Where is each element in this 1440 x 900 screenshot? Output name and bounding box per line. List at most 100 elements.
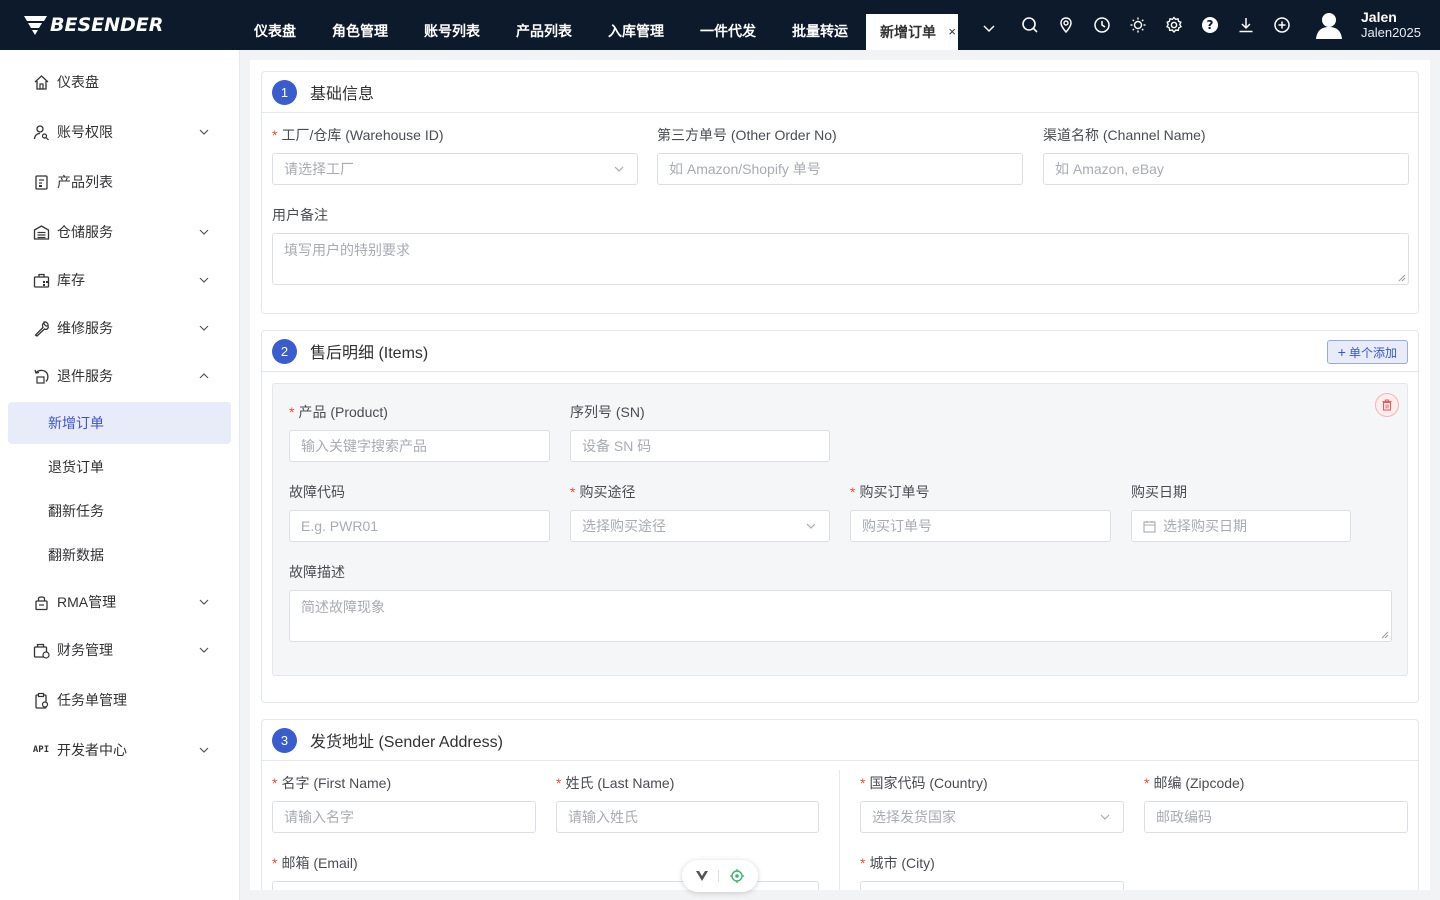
purchase-channel-select[interactable]: 选择购买途径 xyxy=(570,510,830,542)
vue-logo-icon[interactable] xyxy=(695,870,709,882)
country-select[interactable]: 选择发货国家 xyxy=(860,801,1124,833)
chevron-down-icon xyxy=(199,325,209,331)
tab-products[interactable]: 产品列表 xyxy=(498,0,590,50)
section-title: 售后明细 (Items) xyxy=(310,345,429,362)
chevron-down-icon xyxy=(1100,814,1110,820)
sidebar-subitem-refurb-data[interactable]: 翻新数据 xyxy=(8,534,231,576)
sidebar-item-label: 产品列表 xyxy=(57,174,113,190)
sidebar-subitem-return-orders[interactable]: 退货订单 xyxy=(8,446,231,488)
warehouse-select[interactable]: 请选择工厂 xyxy=(272,153,638,185)
tab-roles[interactable]: 角色管理 xyxy=(314,0,406,50)
help-icon[interactable]: ? xyxy=(1192,15,1228,35)
target-icon[interactable] xyxy=(729,868,745,884)
add-item-button[interactable]: + 单个添加 xyxy=(1326,340,1408,364)
purchase-order-input[interactable]: 购买订单号 xyxy=(850,510,1111,542)
user-key-icon xyxy=(32,123,50,141)
fault-code-input[interactable]: E.g. PWR01 xyxy=(289,510,550,542)
sidebar-item-product-list[interactable]: 产品列表 xyxy=(0,162,240,202)
chevron-down-icon xyxy=(199,599,209,605)
tab-dropship[interactable]: 一件代发 xyxy=(682,0,774,50)
first-name-input[interactable]: 请输入名字 xyxy=(272,801,536,833)
sidebar-item-inventory[interactable]: 库存 xyxy=(0,260,240,300)
city-input[interactable] xyxy=(860,881,1124,890)
sidebar-subitem-refurb-tasks[interactable]: 翻新任务 xyxy=(8,490,231,532)
sidebar-item-developer-center[interactable]: API 开发者中心 xyxy=(0,730,240,770)
tab-new-order[interactable]: 新增订单 × xyxy=(866,14,958,50)
fault-desc-label: 故障描述 xyxy=(289,564,345,580)
other-order-input[interactable]: 如 Amazon/Shopify 单号 xyxy=(657,153,1023,185)
purchase-date-placeholder: 选择购买日期 xyxy=(1163,518,1247,534)
task-clipboard-icon xyxy=(32,691,50,709)
fault-code-label: 故障代码 xyxy=(289,484,345,500)
sidebar-item-dashboard[interactable]: 仪表盘 xyxy=(0,62,240,102)
section-header: 3 发货地址 (Sender Address) xyxy=(262,720,1418,761)
calendar-icon xyxy=(1143,521,1156,533)
sidebar-subitem-new-order[interactable]: 新增订单 xyxy=(8,402,231,444)
sidebar-item-rma[interactable]: RMA管理 xyxy=(0,582,240,622)
chevron-down-icon[interactable] xyxy=(980,19,998,37)
search-icon[interactable] xyxy=(1012,15,1048,35)
sun-icon[interactable] xyxy=(1120,15,1156,35)
channel-name-input[interactable]: 如 Amazon, eBay xyxy=(1043,153,1409,185)
remark-placeholder: 填写用户的特别要求 xyxy=(284,242,410,258)
sidebar-item-return-service[interactable]: 退件服务 xyxy=(0,356,240,396)
sidebar-item-account-permissions[interactable]: 账号权限 xyxy=(0,112,240,152)
tab-dashboard[interactable]: 仪表盘 xyxy=(236,0,314,50)
plus-icon: + xyxy=(1337,344,1346,360)
item-entry: * 产品 (Product) 输入关键字搜索产品 序列号 (SN) 设备 SN 码… xyxy=(272,383,1408,676)
brand-logo[interactable]: BESENDER xyxy=(22,13,163,37)
product-search-input[interactable]: 输入关键字搜索产品 xyxy=(289,430,550,462)
sn-input[interactable]: 设备 SN 码 xyxy=(570,430,830,462)
warehouse-label: * 工厂/仓库 (Warehouse ID) xyxy=(272,127,444,143)
tab-inbound[interactable]: 入库管理 xyxy=(590,0,682,50)
top-navbar: BESENDER 仪表盘 角色管理 账号列表 产品列表 入库管理 一件代发 批量… xyxy=(0,0,1440,50)
user-name-block: Jalen Jalen2025 xyxy=(1361,9,1421,41)
close-icon[interactable]: × xyxy=(948,14,956,50)
chevron-up-icon xyxy=(199,373,209,379)
sidebar-item-task-orders[interactable]: 任务单管理 xyxy=(0,680,240,720)
sidebar-item-warehouse-service[interactable]: 仓储服务 xyxy=(0,212,240,252)
tab-batch-transfer[interactable]: 批量转运 xyxy=(774,0,866,50)
user-profile[interactable]: Jalen Jalen2025 xyxy=(1314,8,1421,42)
nav-tabs: 仪表盘 角色管理 账号列表 产品列表 入库管理 一件代发 批量转运 新增订单 × xyxy=(236,0,958,50)
fault-desc-textarea[interactable]: 简述故障现象 xyxy=(289,590,1392,642)
product-list-icon xyxy=(32,173,50,191)
location-icon[interactable] xyxy=(1048,15,1084,35)
sidebar-item-label: 仪表盘 xyxy=(57,74,99,90)
purchase-order-label: * 购买订单号 xyxy=(850,484,930,500)
city-label: * 城市 (City) xyxy=(860,855,935,871)
logo-mark-icon xyxy=(24,16,47,35)
rma-lock-icon xyxy=(32,593,50,611)
first-name-label: * 名字 (First Name) xyxy=(272,775,392,791)
delete-item-button[interactable] xyxy=(1375,393,1399,417)
sidebar-item-label: 退件服务 xyxy=(57,368,113,384)
channel-name-label: 渠道名称 (Channel Name) xyxy=(1043,127,1206,143)
last-name-input[interactable]: 请输入姓氏 xyxy=(556,801,819,833)
sidebar-item-repair-service[interactable]: 维修服务 xyxy=(0,308,240,348)
plus-circle-icon[interactable] xyxy=(1264,15,1300,35)
column-divider xyxy=(839,770,840,890)
chevron-down-icon xyxy=(199,647,209,653)
download-icon[interactable] xyxy=(1228,15,1264,35)
gear-icon[interactable] xyxy=(1156,15,1192,35)
sidebar-item-label: 开发者中心 xyxy=(57,742,127,758)
purchase-date-picker[interactable]: 选择购买日期 xyxy=(1131,510,1351,542)
warehouse-placeholder: 请选择工厂 xyxy=(284,161,354,177)
clock-icon[interactable] xyxy=(1084,15,1120,35)
resize-grip-icon[interactable] xyxy=(1398,274,1406,282)
step-badge: 2 xyxy=(272,338,297,364)
warehouse-icon xyxy=(32,223,50,241)
tab-accounts[interactable]: 账号列表 xyxy=(406,0,498,50)
remark-textarea[interactable]: 填写用户的特别要求 xyxy=(272,233,1409,285)
finance-icon xyxy=(32,641,50,659)
resize-grip-icon[interactable] xyxy=(1381,631,1389,639)
section-title: 发货地址 (Sender Address) xyxy=(310,734,503,751)
step-badge: 1 xyxy=(272,79,297,105)
user-name: Jalen xyxy=(1361,9,1397,25)
sidebar-item-finance[interactable]: 财务管理 xyxy=(0,630,240,670)
sidebar-item-label: 财务管理 xyxy=(57,642,113,658)
zipcode-input[interactable]: 邮政编码 xyxy=(1144,801,1408,833)
country-label: * 国家代码 (Country) xyxy=(860,775,988,791)
step-badge: 3 xyxy=(272,727,297,753)
remark-label: 用户备注 xyxy=(272,207,328,223)
